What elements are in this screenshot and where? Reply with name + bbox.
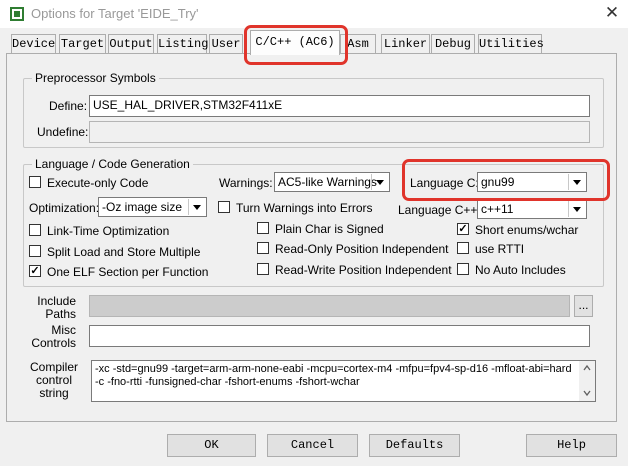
language-cpp-value: c++11 <box>481 202 514 216</box>
ok-button[interactable]: OK <box>167 434 256 457</box>
checkmark-icon: ✓ <box>30 265 40 277</box>
compiler-control-label: Compiler control string <box>30 361 78 400</box>
misc-label-line2: Controls <box>31 336 76 350</box>
close-icon[interactable]: ✕ <box>600 2 624 24</box>
warnings-value: AC5-like Warnings <box>278 175 377 189</box>
define-label: Define: <box>49 99 88 113</box>
split-load-label: Split Load and Store Multiple <box>47 245 201 259</box>
tab-device[interactable]: Device <box>11 34 56 54</box>
plain-char-checkbox[interactable] <box>257 222 269 234</box>
undefine-label: Undefine: <box>37 125 89 139</box>
one-elf-label: One ELF Section per Function <box>47 265 209 279</box>
include-label-line2: Paths <box>45 307 76 321</box>
ro-position-label: Read-Only Position Independent <box>275 242 449 256</box>
include-paths-input[interactable] <box>89 295 570 317</box>
undefine-input[interactable] <box>89 121 590 143</box>
optimization-label: Optimization: <box>29 201 100 215</box>
compiler-label-line3: string <box>39 386 69 400</box>
execute-only-label: Execute-only Code <box>47 176 149 190</box>
language-legend: Language / Code Generation <box>32 157 193 171</box>
defaults-button[interactable]: Defaults <box>369 434 460 457</box>
use-rtti-checkbox[interactable] <box>457 242 469 254</box>
language-c-highlight-box <box>402 159 610 201</box>
include-browse-button[interactable]: ... <box>574 295 593 317</box>
help-button[interactable]: Help <box>526 434 617 457</box>
turn-warnings-label: Turn Warnings into Errors <box>236 201 373 215</box>
tab-output[interactable]: Output <box>108 34 154 54</box>
no-auto-includes-checkbox[interactable] <box>457 263 469 275</box>
one-elf-checkbox[interactable]: ✓ <box>29 265 41 277</box>
warnings-label: Warnings: <box>219 176 273 190</box>
optimization-select[interactable]: -Oz image size <box>98 197 207 217</box>
tab-highlight-box <box>244 25 348 65</box>
misc-controls-input[interactable] <box>89 325 590 347</box>
tab-utilities[interactable]: Utilities <box>478 34 544 54</box>
turn-warnings-checkbox[interactable] <box>218 201 230 213</box>
language-cpp-label: Language C++: <box>398 203 481 217</box>
short-enums-checkbox[interactable]: ✓ <box>457 223 469 235</box>
tab-listing[interactable]: Listing <box>157 34 208 54</box>
chevron-down-icon[interactable] <box>568 201 585 217</box>
include-paths-label: Include Paths <box>28 295 76 321</box>
ro-position-checkbox[interactable] <box>257 242 269 254</box>
chevron-down-icon[interactable] <box>371 174 388 190</box>
window-title: Options for Target 'EIDE_Try' <box>31 6 199 21</box>
no-auto-includes-label: No Auto Includes <box>475 263 566 277</box>
optimization-value: -Oz image size <box>102 200 183 214</box>
checkmark-icon: ✓ <box>458 223 468 235</box>
compiler-control-text: -xc -std=gnu99 -target=arm-arm-none-eabi… <box>95 363 572 388</box>
title-bar[interactable]: Options for Target 'EIDE_Try' ✕ <box>0 0 628 28</box>
define-input[interactable]: USE_HAL_DRIVER,STM32F411xE <box>89 95 590 117</box>
tab-target[interactable]: Target <box>59 34 106 54</box>
warnings-select[interactable]: AC5-like Warnings <box>274 172 390 192</box>
short-enums-label: Short enums/wchar <box>475 223 579 237</box>
misc-controls-label: Misc Controls <box>28 324 76 350</box>
rw-position-checkbox[interactable] <box>257 263 269 275</box>
preprocessor-legend: Preprocessor Symbols <box>32 71 159 85</box>
tab-debug[interactable]: Debug <box>431 34 475 54</box>
plain-char-label: Plain Char is Signed <box>275 222 384 236</box>
chevron-down-icon[interactable] <box>188 199 205 215</box>
tab-linker[interactable]: Linker <box>381 34 430 54</box>
use-rtti-label: use RTTI <box>475 242 525 256</box>
compiler-scrollbar[interactable] <box>579 361 595 401</box>
link-time-label: Link-Time Optimization <box>47 224 170 238</box>
compiler-control-string[interactable]: -xc -std=gnu99 -target=arm-arm-none-eabi… <box>91 360 596 402</box>
rw-position-label: Read-Write Position Independent <box>275 263 452 277</box>
split-load-checkbox[interactable] <box>29 245 41 257</box>
execute-only-checkbox[interactable] <box>29 176 41 188</box>
language-cpp-select[interactable]: c++11 <box>477 199 587 219</box>
tab-user[interactable]: User <box>209 34 243 54</box>
link-time-checkbox[interactable] <box>29 224 41 236</box>
cancel-button[interactable]: Cancel <box>267 434 358 457</box>
keil-target-icon <box>9 6 25 22</box>
options-dialog: Options for Target 'EIDE_Try' ✕ Device T… <box>0 0 628 466</box>
